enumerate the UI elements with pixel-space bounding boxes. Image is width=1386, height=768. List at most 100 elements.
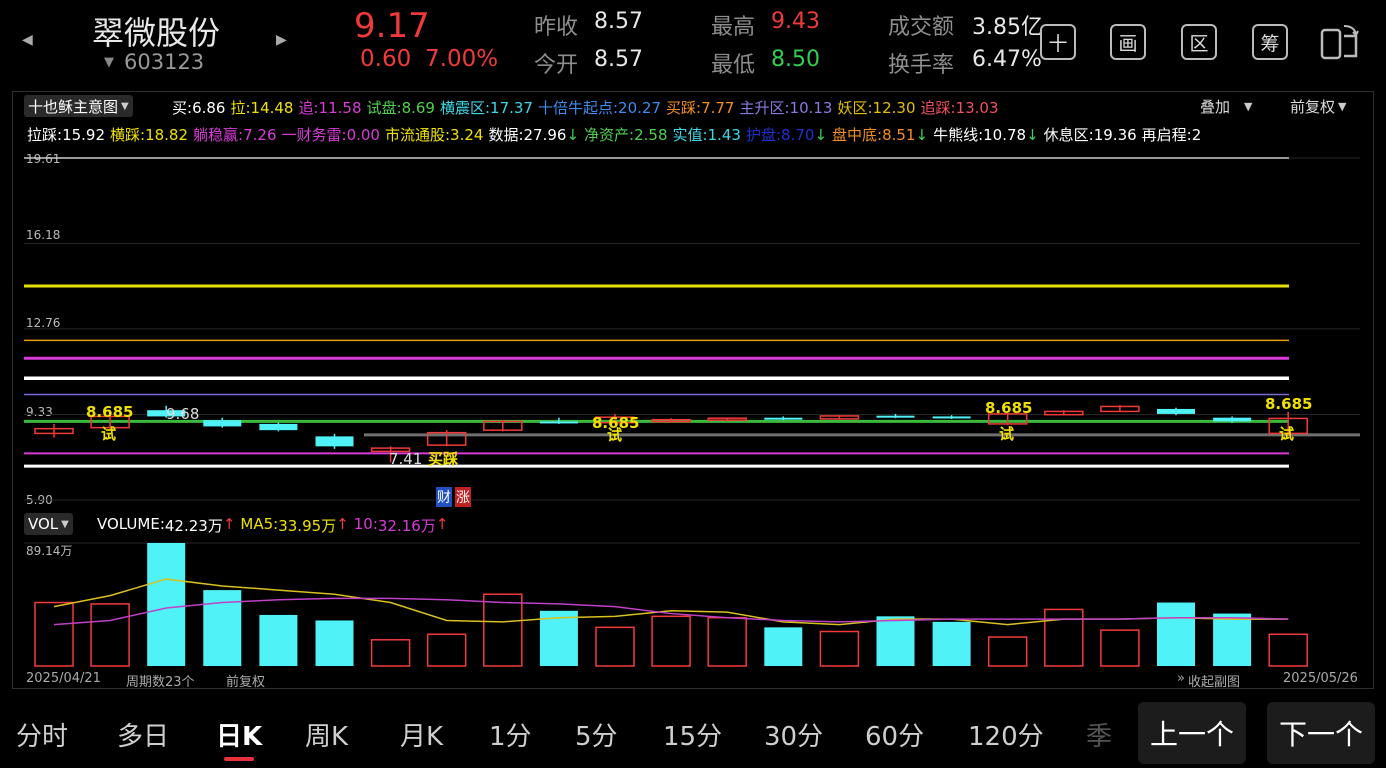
indicator-value-number: 8.70 <box>781 126 815 144</box>
candle-body-down <box>539 421 578 424</box>
volume-value: 42.23万 <box>164 517 223 535</box>
indicator-value: 主升区:10.13 <box>739 97 832 118</box>
indicator-value-label: 买踩: <box>666 99 702 117</box>
indicator-value-number: 7.26 <box>243 126 277 144</box>
indicator-value-label: 十倍牛起点: <box>537 99 619 117</box>
volume-bar-down <box>932 621 971 666</box>
volume-chart[interactable] <box>24 540 1360 668</box>
tab-15min[interactable]: 15分 <box>663 716 722 753</box>
down-arrow-icon: ↓ <box>1026 126 1039 144</box>
rotate-screen-icon[interactable] <box>1320 22 1362 62</box>
range-icon: 区 <box>1189 32 1209 55</box>
turnover-rate-value: 6.47% <box>972 47 1042 72</box>
high-value: 9.43 <box>771 9 820 34</box>
next-stock-label: 下一个 <box>1278 718 1363 751</box>
tab-1min[interactable]: 1分 <box>489 716 532 753</box>
volume-bar-down <box>259 614 298 666</box>
candle-body-down <box>1157 408 1195 414</box>
collapse-subchart-button[interactable]: » 收起副图 <box>1177 671 1240 690</box>
indicator-value-label: 买: <box>172 99 193 117</box>
indicator-value: 买:6.86 <box>172 97 225 118</box>
down-arrow-icon: ↓ <box>915 126 929 144</box>
next-stock-arrow[interactable]: ▶ <box>276 32 287 48</box>
tab-intraday[interactable]: 分时 <box>16 716 68 753</box>
previous-stock-button[interactable]: 上一个 <box>1138 702 1246 764</box>
up-arrow-icon: ↑ <box>435 515 449 533</box>
tab-60min[interactable]: 60分 <box>865 716 924 753</box>
stock-name: 翠微股份 <box>92 14 221 52</box>
tab-monthly-k[interactable]: 月K <box>400 716 443 753</box>
indicator-value-number: 1.43 <box>707 126 741 144</box>
test-value-label: 8.685 <box>86 403 134 421</box>
candlestick-chart[interactable] <box>24 150 1360 510</box>
stock-name-dropdown[interactable]: ▼ <box>104 55 114 70</box>
high-label: 最高 <box>711 15 756 40</box>
indicator-value-label: 护盘: <box>745 126 782 144</box>
draw-tool-button[interactable]: 画 <box>1110 24 1146 60</box>
volume-bar-up <box>1268 633 1308 667</box>
chevron-down-icon: ▼ <box>121 100 129 112</box>
candle-body-down <box>876 415 915 418</box>
tab-30min[interactable]: 30分 <box>764 716 823 753</box>
chips-icon: 筹 <box>1260 32 1280 55</box>
indicator-value: 净资产:2.58 <box>584 124 667 145</box>
rise-tag[interactable]: 涨 <box>455 487 471 507</box>
volume-bar-down <box>147 543 186 666</box>
indicator-value-number: 10.13 <box>789 99 833 117</box>
tab-weekly-k[interactable]: 周K <box>305 716 348 753</box>
low-label: 最低 <box>711 53 756 78</box>
indicator-value-label: 追: <box>298 99 319 117</box>
volume-indicator-selector[interactable]: VOL ▼ <box>24 513 73 535</box>
indicator-values-row-2: 拉踩:15.92 横踩:18.82 躺稳赢:7.26 一财务雷:0.00 市流通股:3.… <box>27 124 1359 145</box>
stock-code: 603123 <box>124 50 204 74</box>
indicator-value-label: 妖区: <box>837 99 873 117</box>
tab-daily-k[interactable]: 日K <box>216 716 262 753</box>
financial-report-tag[interactable]: 财 <box>436 487 452 507</box>
end-date: 2025/05/26 <box>1283 671 1358 686</box>
volume-label: VOLUME: <box>97 515 165 533</box>
turnover-amount-value: 3.85亿 <box>972 15 1043 40</box>
next-stock-button[interactable]: 下一个 <box>1267 702 1375 764</box>
prev-stock-arrow[interactable]: ◀ <box>22 32 33 48</box>
indicator-value: 实值:1.43 <box>673 124 741 145</box>
indicator-value-label: 试盘: <box>366 99 402 117</box>
tab-120min[interactable]: 120分 <box>968 716 1044 753</box>
candle-body-down <box>259 423 298 431</box>
range-tool-button[interactable]: 区 <box>1181 24 1217 60</box>
candle-body-down <box>764 417 803 420</box>
indicator-selector[interactable]: 十也稣主意图 ▼ <box>24 95 133 117</box>
candle-body-down <box>932 416 971 419</box>
tab-quarterly[interactable]: 季 <box>1086 716 1112 753</box>
indicator-name: 十也稣主意图 <box>28 97 119 116</box>
test-marker: 试 <box>607 426 623 444</box>
indicator-value-number: 18.82 <box>145 126 189 144</box>
indicator-value-number: 15.92 <box>62 126 106 144</box>
indicator-value-label: 追踩: <box>920 99 956 117</box>
indicator-value: 妖区:12.30 <box>837 97 915 118</box>
high-mark-value: 9.68 <box>166 405 200 423</box>
test-marker: 试 <box>1279 425 1295 443</box>
overlay-selector[interactable]: 叠加 ▼ <box>1200 96 1252 117</box>
chevron-down-icon: ▼ <box>61 518 69 530</box>
down-arrow-icon: ↓ <box>566 126 580 144</box>
adjust-selector[interactable]: 前复权 ▼ <box>1290 96 1346 117</box>
tab-5min[interactable]: 5分 <box>575 716 618 753</box>
high-mark-label: 9.68 <box>166 405 199 423</box>
crosshair-tool-button[interactable]: 十 <box>1040 24 1076 60</box>
tab-multi-day[interactable]: 多日 <box>117 716 169 753</box>
volume-bar-up <box>707 616 747 667</box>
volume-bar-up <box>1100 629 1140 667</box>
volume-values: VOLUME: 42.23万 ↑ MA5: 33.95万 ↑ 10: 32.16… <box>97 515 448 536</box>
period-count: 周期数23个 <box>126 675 195 690</box>
overlay-label: 叠加 <box>1200 98 1231 116</box>
indicator-value: 市流通股:3.24 <box>385 124 483 145</box>
indicator-value-number: 0.00 <box>346 126 380 144</box>
indicator-value-label: 一财务雷: <box>281 126 347 144</box>
chips-tool-button[interactable]: 筹 <box>1252 24 1288 60</box>
indicator-value-number: 8.69 <box>401 99 435 117</box>
indicator-value: 试盘:8.69 <box>367 97 435 118</box>
indicator-value-number: 8.51 <box>882 126 916 144</box>
ma5-label: MA5: <box>240 515 279 533</box>
volume-indicator-name: VOL <box>28 515 59 533</box>
volume-bar-up <box>90 603 130 667</box>
